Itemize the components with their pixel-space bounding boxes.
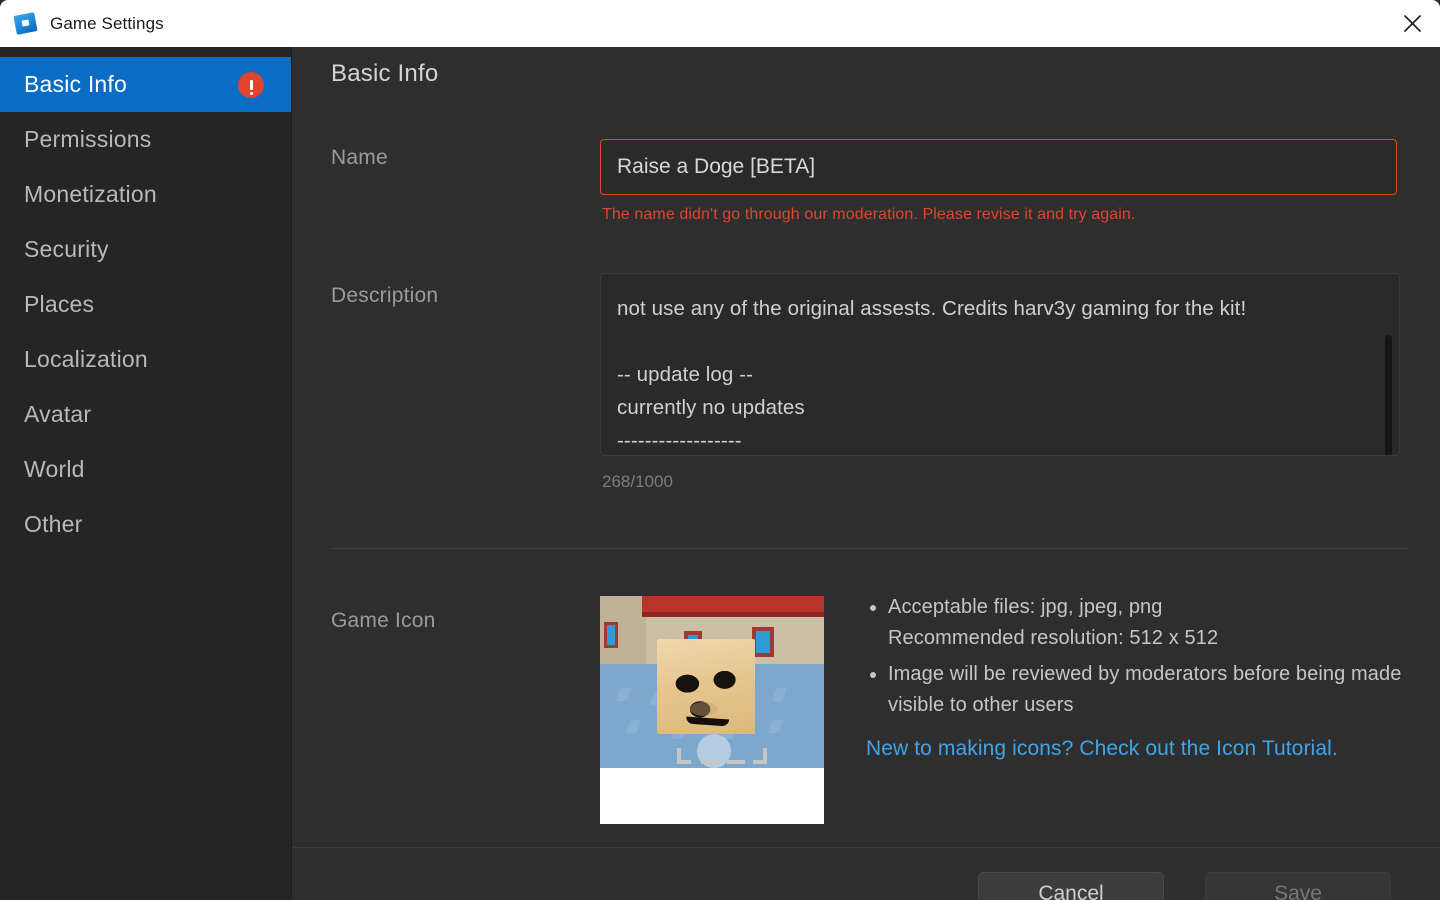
sidebar-item-security[interactable]: Security — [0, 222, 291, 277]
game-icon-field-label: Game Icon — [331, 609, 436, 632]
sidebar-item-label: Avatar — [24, 401, 92, 427]
sidebar-item-label: Basic Info — [24, 71, 127, 97]
page-title: Basic Info — [331, 60, 439, 87]
game-settings-window: Game Settings Basic Info Permissions Mon… — [0, 0, 1440, 900]
name-error-message: The name didn't go through our moderatio… — [602, 206, 1136, 223]
sidebar-item-label: Security — [24, 236, 109, 262]
sidebar-item-label: Places — [24, 291, 95, 317]
description-char-counter: 268/1000 — [602, 472, 673, 491]
list-item: Image will be reviewed by moderators bef… — [888, 659, 1421, 721]
section-divider — [331, 548, 1409, 549]
save-button[interactable]: Save — [1205, 872, 1391, 900]
name-input[interactable] — [600, 139, 1397, 195]
titlebar-left-group: Game Settings — [13, 11, 164, 36]
description-text-value: not use any of the original assests. Cre… — [617, 297, 1247, 452]
doge-face-image — [657, 639, 755, 734]
description-textarea[interactable]: not use any of the original assests. Cre… — [600, 273, 1400, 456]
settings-sidebar: Basic Info Permissions Monetization Secu… — [0, 47, 292, 900]
cancel-button[interactable]: Cancel — [978, 872, 1164, 900]
sidebar-item-avatar[interactable]: Avatar — [0, 387, 291, 442]
settings-main-panel: Basic Info Name The name didn't go throu… — [293, 47, 1421, 847]
sidebar-item-other[interactable]: Other — [0, 497, 291, 552]
sidebar-item-label: World — [24, 456, 85, 482]
description-scrollbar-thumb[interactable] — [1385, 335, 1392, 455]
upload-dashed-frame-icon — [677, 748, 767, 774]
sidebar-item-label: Monetization — [24, 181, 157, 207]
window-title: Game Settings — [50, 13, 164, 33]
sidebar-item-places[interactable]: Places — [0, 277, 291, 332]
sidebar-item-label: Permissions — [24, 126, 152, 152]
dialog-footer: Cancel Save — [293, 848, 1440, 900]
sidebar-item-label: Other — [24, 511, 83, 537]
sidebar-item-permissions[interactable]: Permissions — [0, 112, 291, 167]
name-field-label: Name — [331, 146, 388, 169]
description-scrollbar-track[interactable] — [1385, 277, 1396, 455]
description-field-label: Description — [331, 284, 439, 307]
sidebar-item-basic-info[interactable]: Basic Info — [0, 57, 291, 112]
sidebar-item-monetization[interactable]: Monetization — [0, 167, 291, 222]
icon-white-area — [600, 768, 824, 824]
icon-tutorial-link[interactable]: New to making icons? Check out the Icon … — [866, 737, 1338, 761]
close-icon[interactable] — [1384, 0, 1440, 47]
sidebar-item-label: Localization — [24, 346, 148, 372]
sidebar-item-world[interactable]: World — [0, 442, 291, 497]
sidebar-item-localization[interactable]: Localization — [0, 332, 291, 387]
list-item: Acceptable files: jpg, jpeg, png Recomme… — [888, 592, 1421, 654]
roblox-studio-logo-icon — [13, 11, 38, 36]
alert-circle-icon — [238, 71, 264, 98]
window-body: Basic Info Permissions Monetization Secu… — [0, 47, 1440, 900]
game-icon-guidelines-list: Acceptable files: jpg, jpeg, png Recomme… — [866, 592, 1421, 726]
game-icon-thumbnail[interactable] — [600, 596, 824, 824]
window-titlebar: Game Settings — [0, 0, 1440, 47]
